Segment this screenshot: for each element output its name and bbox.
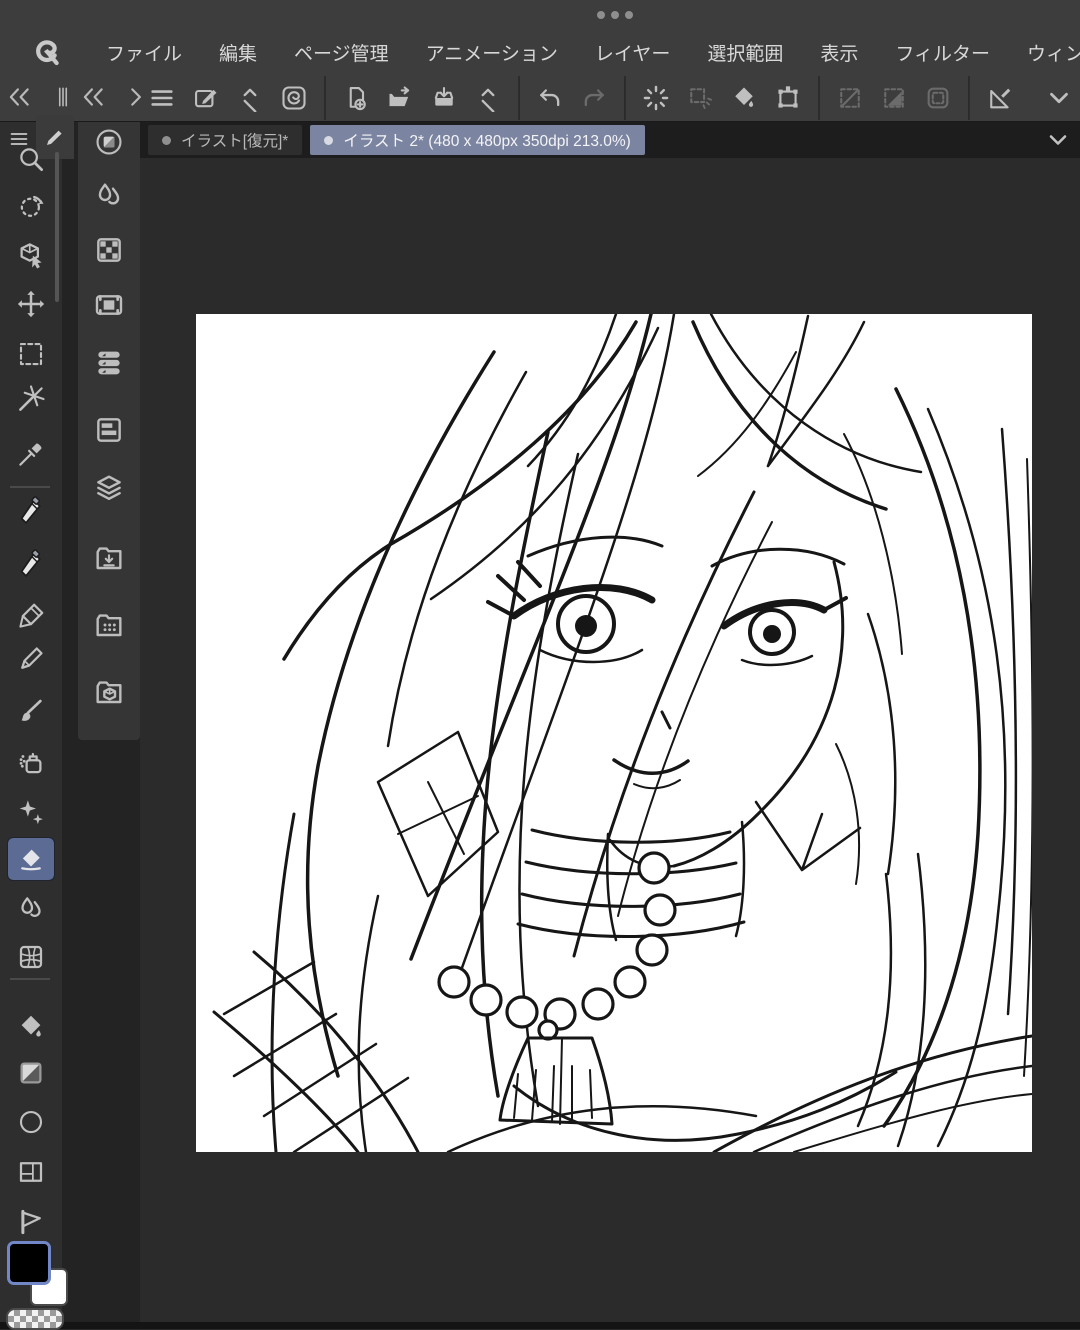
toolbar-separator [818, 76, 820, 120]
zoom-tool[interactable] [8, 138, 54, 180]
eraser-tool[interactable] [7, 837, 55, 881]
canvas-workspace [140, 158, 1080, 1329]
layers-panel-button[interactable] [93, 472, 125, 504]
blend-tool[interactable] [8, 888, 54, 930]
undo-button[interactable] [535, 83, 565, 113]
color-mix-panel-button[interactable] [93, 180, 125, 212]
palette-drag-handle-icon[interactable] [50, 84, 76, 110]
selection-tool[interactable] [8, 333, 54, 375]
reselect-button [685, 83, 715, 113]
quick-access-button[interactable] [191, 83, 221, 113]
tab-list-button[interactable] [1044, 126, 1072, 154]
menu-item-7[interactable]: 表示 [820, 33, 858, 72]
clip-studio-logo-icon [30, 35, 64, 69]
auto-select-tool[interactable] [8, 378, 54, 420]
materials-3d-panel-button[interactable] [93, 676, 125, 708]
open-file-button[interactable] [385, 83, 415, 113]
navigator-panel-button[interactable] [93, 126, 125, 158]
menu-items: ファイル編集ページ管理アニメーションレイヤー選択範囲表示フィルターウィンドウ [106, 33, 1080, 72]
tool-separator [10, 978, 50, 980]
menu-item-1[interactable]: ファイル [106, 33, 182, 72]
pencil-tool[interactable] [8, 638, 54, 680]
menu-item-5[interactable]: レイヤー [595, 33, 670, 72]
toolbar-overflow[interactable] [1044, 83, 1074, 113]
toolbar-separator [324, 76, 326, 120]
brush-tool[interactable] [8, 690, 54, 732]
menu-bar: ファイル編集ページ管理アニメーションレイヤー選択範囲表示フィルターウィンドウ [0, 0, 1080, 75]
redo-button [579, 83, 609, 113]
foreground-color-swatch[interactable] [7, 1241, 51, 1285]
operation-tool[interactable] [8, 234, 54, 276]
clear-button [835, 83, 865, 113]
document-tab-bar: イラスト[復元]* イラスト 2* (480 x 480px 350dpi 213… [140, 122, 1080, 158]
tool-palette [0, 115, 74, 1330]
fude-pen-tool[interactable] [8, 543, 54, 585]
rotate-canvas-tool[interactable] [8, 185, 54, 227]
main-menu-button[interactable] [147, 83, 177, 113]
liquify-tool[interactable] [8, 936, 54, 978]
toolbar-separator [518, 76, 520, 120]
save-switch[interactable] [473, 83, 503, 113]
deselect-button[interactable] [641, 83, 671, 113]
tab-label: イラスト[復元]* [181, 133, 289, 150]
menu-item-2[interactable]: 編集 [219, 33, 257, 72]
tool-separator [10, 486, 50, 488]
fill-tool[interactable] [8, 1006, 54, 1048]
menu-item-8[interactable]: フィルター [895, 33, 990, 72]
frame-border-tool[interactable] [8, 1151, 54, 1193]
airbrush-tool[interactable] [8, 743, 54, 785]
document-tab-2[interactable]: イラスト 2* (480 x 480px 350dpi 213.0%) [310, 125, 645, 155]
tab-modified-dot [162, 135, 171, 145]
figure-tool[interactable] [8, 1101, 54, 1143]
tool-property-panel-button[interactable] [93, 414, 125, 446]
canvas-artwork [212, 314, 1032, 1152]
drawing-canvas[interactable] [196, 314, 1032, 1152]
clip-studio-paint-app: ファイル編集ページ管理アニメーションレイヤー選択範囲表示フィルターウィンドウ イ… [0, 0, 1080, 1330]
transparent-color-swatch[interactable] [6, 1308, 64, 1330]
menu-item-4[interactable]: アニメーション [426, 33, 558, 72]
tab-modified-dot [324, 135, 334, 145]
multitask-dots-icon[interactable] [597, 11, 633, 19]
left-sidebar [0, 115, 140, 1330]
animation-cels-panel-button[interactable] [93, 289, 125, 321]
command-buttons [140, 75, 1080, 121]
timeline-panel-button[interactable] [93, 347, 125, 379]
collapse-tool-panel-icon[interactable] [6, 84, 32, 110]
pen-tool[interactable] [8, 490, 54, 532]
eyedropper-tool[interactable] [8, 433, 54, 475]
tool-scrollbar[interactable] [55, 152, 59, 302]
command-bar [0, 75, 1080, 122]
fill-button[interactable] [729, 83, 759, 113]
gradient-tool[interactable] [8, 1052, 54, 1094]
clip-studio-button[interactable] [279, 83, 309, 113]
swatches-panel-button[interactable] [93, 234, 125, 266]
downloads-panel-button[interactable] [93, 542, 125, 574]
toolbar-separator [968, 76, 970, 120]
ruler-tool[interactable] [8, 1201, 54, 1243]
toolbar-separator [624, 76, 626, 120]
transform-button[interactable] [773, 83, 803, 113]
snap-ruler-button[interactable] [985, 83, 1015, 113]
menu-item-6[interactable]: 選択範囲 [707, 33, 783, 72]
move-layer-tool[interactable] [8, 283, 54, 325]
decoration-tool[interactable] [8, 790, 54, 832]
materials-panel-button[interactable] [93, 609, 125, 641]
clear-outside-button [879, 83, 909, 113]
menu-item-9[interactable]: ウィンドウ [1027, 33, 1080, 72]
screen-edge [0, 1322, 1080, 1329]
new-file-button[interactable] [341, 83, 371, 113]
marker-tool[interactable] [8, 595, 54, 637]
menu-item-3[interactable]: ページ管理 [294, 33, 389, 72]
collapse-sub-panel-icon[interactable] [80, 84, 106, 110]
document-tab-1[interactable]: イラスト[復元]* [148, 125, 303, 155]
crop-button [923, 83, 953, 113]
tab-label: イラスト 2* (480 x 480px 350dpi 213.0%) [343, 133, 631, 150]
quick-access-switch[interactable] [235, 83, 265, 113]
save-file-button[interactable] [429, 83, 459, 113]
panel-icon-strip [78, 122, 140, 740]
